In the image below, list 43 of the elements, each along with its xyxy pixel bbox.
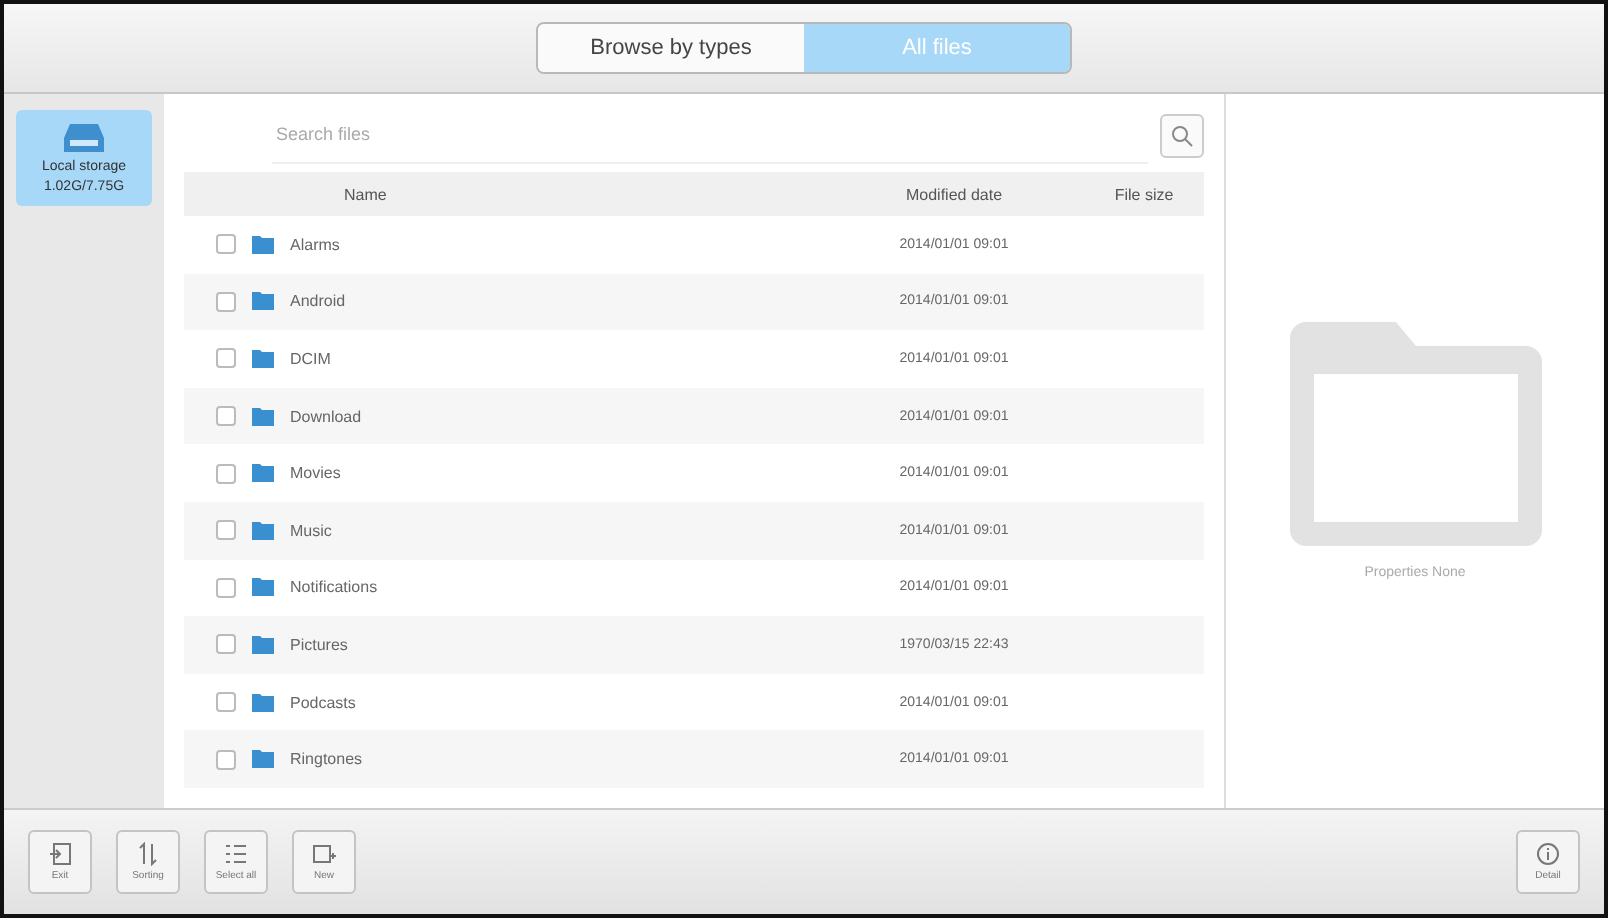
new-file-icon <box>312 842 336 866</box>
folder-icon <box>252 693 274 712</box>
folder-icon <box>252 349 274 368</box>
row-checkbox[interactable] <box>216 520 236 541</box>
row-checkbox[interactable] <box>216 749 236 770</box>
row-checkbox[interactable] <box>216 291 236 312</box>
folder-icon <box>252 521 274 540</box>
file-name: Android <box>290 292 346 311</box>
sort-icon <box>136 842 160 866</box>
column-header: Modified date <box>903 185 1005 203</box>
folder-icon <box>252 750 274 769</box>
row-checkbox[interactable] <box>216 348 236 369</box>
list-icon <box>224 842 248 866</box>
search-button[interactable] <box>1160 113 1204 157</box>
file-name: DCIM <box>290 349 331 368</box>
file-name: Movies <box>290 464 341 483</box>
file-name: Ringtones <box>290 750 363 769</box>
file-name: Alarms <box>290 235 340 254</box>
info-icon <box>1536 842 1560 866</box>
row-checkbox[interactable] <box>216 634 236 655</box>
search-icon <box>1170 123 1194 147</box>
folder-icon <box>252 578 274 597</box>
drive-icon <box>62 122 106 154</box>
row-checkbox[interactable] <box>216 406 236 427</box>
file-name: Pictures <box>290 635 348 654</box>
folder-icon <box>252 292 274 311</box>
exit-icon <box>48 842 72 866</box>
row-checkbox[interactable] <box>216 234 236 255</box>
folder-icon <box>252 407 274 426</box>
file-name: Music <box>290 521 332 540</box>
folder-icon <box>252 635 274 654</box>
folder-icon <box>252 464 274 483</box>
row-checkbox[interactable] <box>216 577 236 598</box>
file-name: Notifications <box>290 578 378 597</box>
folder-icon <box>252 235 274 254</box>
file-name: Download <box>290 407 362 426</box>
view-tab[interactable]: Browse by types <box>538 24 804 72</box>
column-header: File size <box>1112 185 1176 203</box>
folder-icon <box>1289 322 1541 546</box>
file-name: Podcasts <box>290 693 356 712</box>
row-checkbox[interactable] <box>216 692 236 713</box>
row-checkbox[interactable] <box>216 463 236 484</box>
column-header: Name <box>342 185 389 203</box>
